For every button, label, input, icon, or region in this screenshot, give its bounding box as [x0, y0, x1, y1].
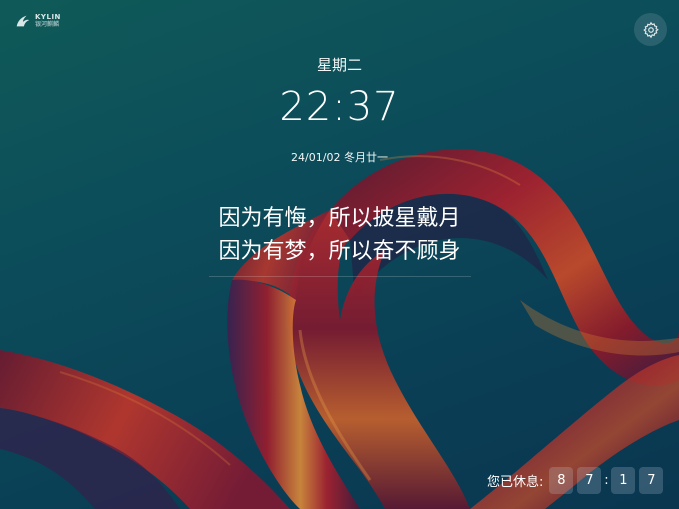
screensaver-screen: KYLIN 银河麒麟 星期二 22:37 24/01/02 冬月廿一 因为有悔，… [0, 0, 679, 509]
quote-line-1: 因为有悔，所以披星戴月 [218, 206, 461, 231]
kylin-logo: KYLIN 银河麒麟 [14, 10, 61, 32]
rest-timer-separator: : [604, 473, 609, 488]
date-label: 24/01/02 冬月廿一 [291, 151, 388, 164]
rest-digit-minutes-tens: 1 [611, 467, 636, 494]
rest-digit-hours-ones: 7 [577, 467, 602, 494]
settings-button[interactable] [634, 13, 667, 46]
rest-timer: 您已休息: 8 7 : 1 7 [487, 467, 665, 494]
rest-digit-hours-tens: 8 [549, 467, 574, 494]
logo-name: KYLIN [35, 13, 61, 21]
rest-timer-label: 您已休息: [487, 475, 544, 490]
weekday-label: 星期二 [316, 56, 362, 74]
quote-line-2: 因为有梦，所以奋不顾身 [218, 239, 461, 264]
kylin-logo-icon [16, 15, 30, 27]
rest-digit-minutes-ones: 7 [639, 467, 664, 494]
gear-icon [642, 21, 659, 38]
quote-block: 因为有悔，所以披星戴月 因为有梦，所以奋不顾身 [0, 202, 679, 277]
quote-divider [208, 276, 471, 277]
logo-subtitle: 银河麒麟 [35, 21, 60, 28]
clock-time: 22:37 [279, 84, 400, 130]
